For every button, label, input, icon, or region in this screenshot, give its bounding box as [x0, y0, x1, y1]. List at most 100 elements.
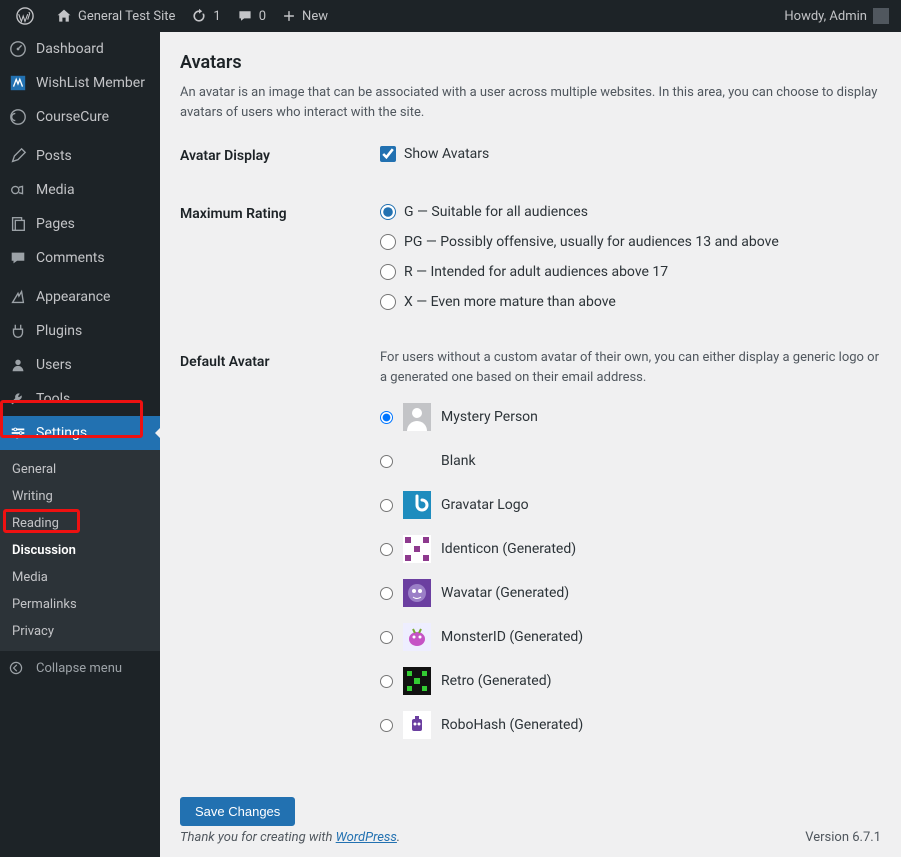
rating-label: R — Intended for adult audiences above 1… [404, 264, 668, 280]
sidebar-item-course[interactable]: CourseCure [0, 100, 160, 134]
course-icon [8, 107, 28, 127]
avatar-label: Identicon (Generated) [441, 541, 576, 557]
media-icon [8, 180, 28, 200]
refresh-icon [191, 8, 207, 24]
avatar-radio-monsterid[interactable] [380, 631, 393, 644]
show-avatars-option[interactable]: Show Avatars [380, 146, 881, 162]
sidebar-item-comments[interactable]: Comments [0, 241, 160, 275]
rating-label: G — Suitable for all audiences [404, 204, 588, 220]
settings-submenu: GeneralWritingReadingDiscussionMediaPerm… [0, 450, 160, 651]
avatar-radio-blank[interactable] [380, 455, 393, 468]
plugins-icon [8, 321, 28, 341]
sidebar-item-media[interactable]: Media [0, 173, 160, 207]
account-link[interactable]: Howdy, Admin [776, 0, 893, 32]
avatar-thumb-blank [403, 447, 431, 475]
rating-radio-x[interactable] [380, 294, 396, 310]
submenu-item-media[interactable]: Media [0, 564, 160, 591]
wp-logo[interactable] [8, 0, 48, 32]
avatar-option-wavatar[interactable]: Wavatar (Generated) [380, 577, 881, 609]
posts-icon [8, 146, 28, 166]
sidebar-item-tools[interactable]: Tools [0, 382, 160, 416]
avatar-radio-robohash[interactable] [380, 719, 393, 732]
page-description: An avatar is an image that can be associ… [180, 83, 881, 122]
avatar-thumb-robohash [403, 711, 431, 739]
sidebar-item-label: Comments [36, 250, 105, 266]
avatar-label: Gravatar Logo [441, 497, 529, 513]
avatar-option-mystery[interactable]: Mystery Person [380, 401, 881, 433]
rating-radio-pg[interactable] [380, 234, 396, 250]
appearance-icon [8, 287, 28, 307]
collapse-menu[interactable]: Collapse menu [0, 651, 160, 685]
avatar-thumb-wavatar [403, 579, 431, 607]
rating-radio-r[interactable] [380, 264, 396, 280]
sidebar-item-pages[interactable]: Pages [0, 207, 160, 241]
avatar-option-gravatar[interactable]: Gravatar Logo [380, 489, 881, 521]
sidebar-item-label: Plugins [36, 323, 82, 339]
avatar-option-blank[interactable]: Blank [380, 445, 881, 477]
comment-icon [237, 8, 253, 24]
sidebar-item-settings[interactable]: Settings [0, 416, 160, 450]
submenu-item-writing[interactable]: Writing [0, 483, 160, 510]
label-default-avatar: Default Avatar [180, 348, 380, 370]
comments-count: 0 [259, 9, 266, 24]
avatar-radio-identicon[interactable] [380, 543, 393, 556]
avatar-label: Blank [441, 453, 476, 469]
submenu-item-general[interactable]: General [0, 456, 160, 483]
sidebar-item-dashboard[interactable]: Dashboard [0, 32, 160, 66]
sidebar-item-label: Settings [36, 425, 87, 441]
sidebar-item-label: Tools [36, 391, 70, 407]
wishlist-icon [8, 73, 28, 93]
show-avatars-label: Show Avatars [404, 146, 489, 162]
sidebar-item-wishlist[interactable]: WishList Member [0, 66, 160, 100]
avatar-option-robohash[interactable]: RoboHash (Generated) [380, 709, 881, 741]
row-default-avatar: Default Avatar For users without a custo… [180, 348, 881, 753]
avatar-radio-gravatar[interactable] [380, 499, 393, 512]
page-title: Avatars [180, 52, 881, 73]
label-avatar-display: Avatar Display [180, 142, 380, 164]
avatar-icon [873, 8, 889, 24]
avatar-label: RoboHash (Generated) [441, 717, 583, 733]
rating-label: X — Even more mature than above [404, 294, 616, 310]
submenu-item-privacy[interactable]: Privacy [0, 618, 160, 645]
wordpress-icon [16, 7, 34, 25]
submenu-item-discussion[interactable]: Discussion [0, 537, 160, 564]
sidebar-item-appearance[interactable]: Appearance [0, 280, 160, 314]
avatar-thumb-retro [403, 667, 431, 695]
row-max-rating: Maximum Rating G — Suitable for all audi… [180, 200, 881, 324]
sidebar-item-label: Dashboard [36, 41, 104, 57]
new-content-link[interactable]: New [274, 0, 336, 32]
avatar-radio-retro[interactable] [380, 675, 393, 688]
collapse-label: Collapse menu [36, 661, 122, 676]
submenu-item-reading[interactable]: Reading [0, 510, 160, 537]
avatar-option-retro[interactable]: Retro (Generated) [380, 665, 881, 697]
sidebar-item-users[interactable]: Users [0, 348, 160, 382]
howdy-text: Howdy, Admin [784, 9, 867, 24]
rating-radio-g[interactable] [380, 204, 396, 220]
sidebar-item-label: WishList Member [36, 75, 145, 91]
show-avatars-checkbox[interactable] [380, 146, 396, 162]
rating-option-pg[interactable]: PG — Possibly offensive, usually for aud… [380, 234, 881, 250]
avatar-thumb-mystery [403, 403, 431, 431]
rating-option-x[interactable]: X — Even more mature than above [380, 294, 881, 310]
avatar-radio-wavatar[interactable] [380, 587, 393, 600]
avatar-option-monsterid[interactable]: MonsterID (Generated) [380, 621, 881, 653]
footer-suffix: . [397, 830, 400, 845]
comments-link[interactable]: 0 [229, 0, 274, 32]
sidebar-item-plugins[interactable]: Plugins [0, 314, 160, 348]
updates-count: 1 [213, 9, 220, 24]
footer-wp-link[interactable]: WordPress [336, 830, 397, 845]
home-icon [56, 8, 72, 24]
submenu-item-permalinks[interactable]: Permalinks [0, 591, 160, 618]
pages-icon [8, 214, 28, 234]
updates-link[interactable]: 1 [183, 0, 228, 32]
site-name-link[interactable]: General Test Site [48, 0, 183, 32]
avatar-label: Wavatar (Generated) [441, 585, 569, 601]
avatar-radio-mystery[interactable] [380, 411, 393, 424]
dashboard-icon [8, 39, 28, 59]
avatar-option-identicon[interactable]: Identicon (Generated) [380, 533, 881, 565]
sidebar-item-posts[interactable]: Posts [0, 139, 160, 173]
sidebar-item-label: Users [36, 357, 72, 373]
rating-option-r[interactable]: R — Intended for adult audiences above 1… [380, 264, 881, 280]
rating-option-g[interactable]: G — Suitable for all audiences [380, 204, 881, 220]
users-icon [8, 355, 28, 375]
